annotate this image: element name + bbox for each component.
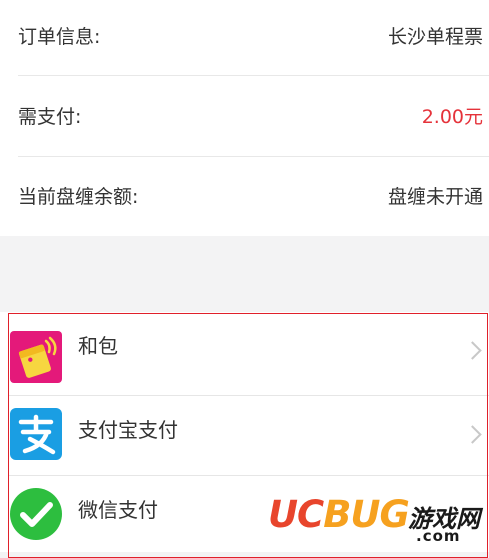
order-info-value: 长沙单程票 <box>387 26 483 48</box>
balance-value: 盘缠未开通 <box>387 186 483 208</box>
balance-label: 当前盘缠余额: <box>18 186 139 208</box>
hebao-wallet-icon <box>10 331 62 383</box>
divider <box>18 75 489 76</box>
payment-option-hebao[interactable]: 和包 <box>0 312 489 392</box>
payment-option-label: 支付宝支付 <box>78 418 178 442</box>
ucbug-watermark: UCBUG 游戏网 .com <box>268 493 489 552</box>
payment-due-label: 需支付: <box>18 106 82 128</box>
chevron-right-icon <box>463 425 482 444</box>
chevron-right-icon <box>463 341 482 360</box>
payment-option-label: 微信支付 <box>78 498 158 522</box>
balance-row: 当前盘缠余额: 盘缠未开通 <box>0 160 489 238</box>
wechat-pay-icon <box>10 488 62 540</box>
divider <box>18 156 489 157</box>
order-info-row: 订单信息: 长沙单程票 <box>0 0 489 78</box>
watermark-domain: .com <box>416 527 461 545</box>
alipay-icon <box>10 408 62 460</box>
order-info-label: 订单信息: <box>18 26 101 48</box>
payment-option-label: 和包 <box>78 334 118 358</box>
payment-due-row: 需支付: 2.00元 <box>0 80 489 158</box>
order-info-card: 订单信息: 长沙单程票 需支付: 2.00元 当前盘缠余额: 盘缠未开通 <box>0 0 489 236</box>
payment-due-amount: 2.00元 <box>421 106 483 128</box>
payment-option-alipay[interactable]: 支付宝支付 <box>0 396 489 476</box>
watermark-brand: UCBUG <box>268 493 410 536</box>
